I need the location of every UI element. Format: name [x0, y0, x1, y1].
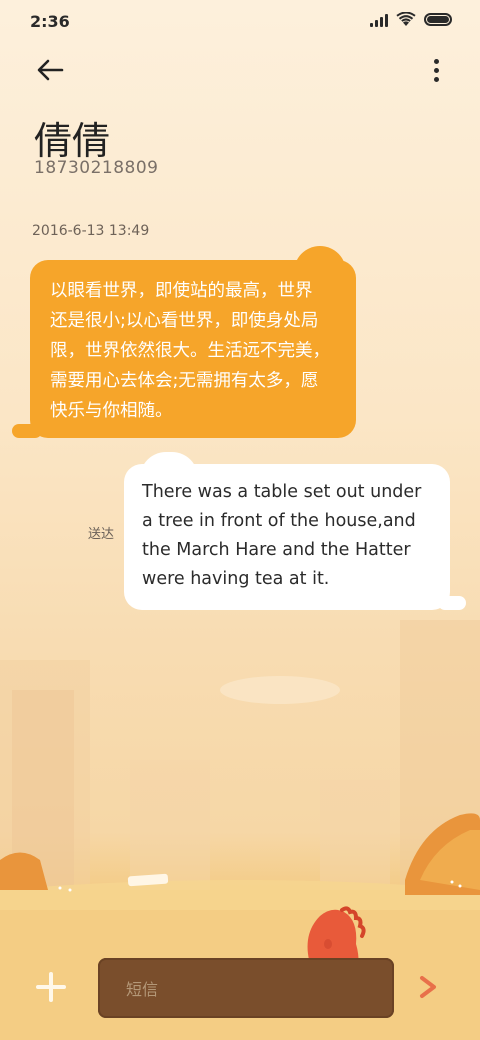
- battery-icon: [424, 13, 452, 26]
- incoming-message-bubble[interactable]: 以眼看世界，即使站的最高，世界 还是很小;以心看世界，即使身处局 限，世界依然很…: [12, 246, 356, 438]
- back-button[interactable]: [32, 52, 68, 88]
- battery-fill: [427, 16, 449, 23]
- message-line: 还是很小;以心看世界，即使身处局: [50, 311, 319, 331]
- more-options-button[interactable]: [428, 54, 444, 86]
- message-line: 限，世界依然很大。生活远不完美，: [50, 341, 330, 361]
- menu-dot: [433, 58, 439, 64]
- bubble-tail: [438, 596, 466, 610]
- menu-dot: [433, 67, 439, 73]
- message-line: a tree in front of the house,and: [142, 511, 416, 531]
- contact-name: 倩倩: [34, 119, 111, 163]
- message-line: 以眼看世界，即使站的最高，世界: [50, 281, 313, 301]
- status-icons: [370, 12, 452, 27]
- status-time: 2:36: [30, 12, 70, 31]
- send-button[interactable]: [416, 972, 442, 1002]
- message-timestamp: 2016-6-13 13:49: [32, 223, 150, 239]
- message-line: There was a table set out under: [142, 482, 422, 502]
- message-input-container[interactable]: [98, 958, 394, 1018]
- contact-number: 18730218809: [34, 158, 159, 178]
- bubble-cloud-decoration: [294, 246, 346, 274]
- add-attachment-button[interactable]: [34, 970, 68, 1004]
- message-line: 快乐与你相随。: [50, 401, 173, 421]
- message-line: the March Hare and the Hatter: [142, 540, 411, 560]
- menu-dot: [433, 76, 439, 82]
- send-chevron-icon: [420, 976, 436, 998]
- delivery-status: 送达: [88, 527, 115, 542]
- message-input[interactable]: [126, 976, 306, 1002]
- outgoing-message-bubble[interactable]: There was a table set out under a tree i…: [124, 452, 466, 610]
- bubble-cloud-decoration: [140, 452, 198, 478]
- signal-icon: [370, 13, 388, 27]
- wifi-icon: [396, 12, 416, 26]
- message-line: were having tea at it.: [142, 569, 330, 589]
- status-bar: 2:36: [0, 0, 480, 40]
- message-line: 需要用心去体会;无需拥有太多，愿: [50, 371, 319, 391]
- bubble-tail: [12, 424, 42, 438]
- arrow-left-icon: [37, 59, 64, 81]
